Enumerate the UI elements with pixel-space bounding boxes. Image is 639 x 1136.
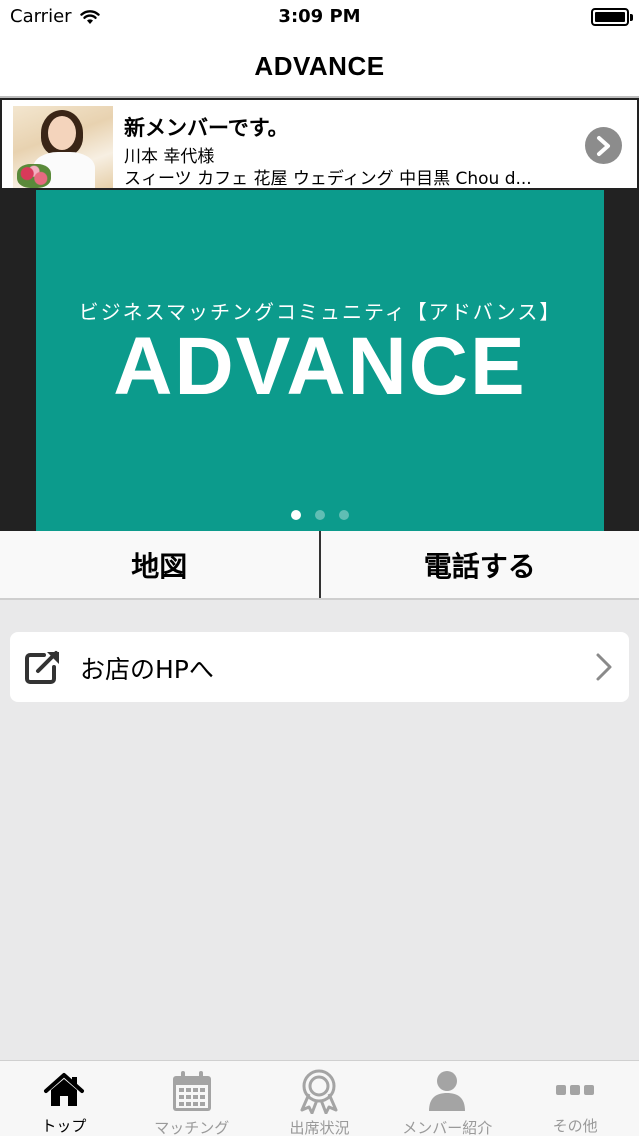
status-time: 3:09 PM (278, 6, 361, 27)
hero-slide: ビジネスマッチングコミュニティ【アドバンス】 ADVANCE (36, 190, 604, 531)
external-link-icon (25, 651, 59, 684)
action-buttons: 地図 電話する (0, 531, 639, 600)
battery-icon (591, 8, 633, 26)
battery-fill (595, 12, 625, 22)
call-button[interactable]: 電話する (321, 531, 639, 598)
chevron-right-icon (596, 653, 612, 681)
status-bar: Carrier 3:09 PM (0, 0, 639, 36)
banner-tags: スィーツ カフェ 花屋 ウェディング 中目黒 Chou d... (124, 169, 532, 189)
page-dot[interactable] (290, 510, 301, 520)
photo-face (48, 116, 76, 150)
tab-other[interactable]: その他 (511, 1061, 639, 1136)
map-button[interactable]: 地図 (0, 531, 321, 598)
tab-label: トップ (41, 1117, 87, 1135)
more-dots-icon (552, 1069, 598, 1111)
tab-label: 出席状況 (289, 1119, 350, 1136)
tab-attendance[interactable]: 出席状況 (256, 1061, 384, 1136)
tab-bar: トップ マッチング 出席状況 メンバー紹介 その他 (0, 1060, 639, 1136)
hero-carousel[interactable]: ビジネスマッチングコミュニティ【アドバンス】 ADVANCE (0, 190, 639, 531)
page-dot[interactable] (314, 510, 325, 520)
calendar-icon (169, 1069, 215, 1113)
page-title: ADVANCE (254, 50, 385, 81)
navigation-bar: ADVANCE (0, 36, 639, 98)
tab-top[interactable]: トップ (0, 1061, 128, 1136)
hero-brand-text: ADVANCE (113, 321, 527, 412)
person-icon (424, 1069, 470, 1113)
tab-label: マッチング (154, 1119, 230, 1136)
tab-label: メンバー紹介 (402, 1119, 493, 1136)
page-dot[interactable] (338, 510, 349, 520)
tab-matching[interactable]: マッチング (128, 1061, 256, 1136)
home-icon (41, 1069, 87, 1111)
shop-homepage-link[interactable]: お店のHPへ (10, 632, 629, 702)
chevron-right-glyph (596, 135, 610, 156)
tab-label: その他 (552, 1117, 598, 1135)
new-member-banner[interactable]: 新メンバーです。 川本 幸代様 スィーツ カフェ 花屋 ウェディング 中目黒 C… (0, 98, 639, 190)
shop-homepage-label: お店のHPへ (80, 655, 214, 684)
chevron-right-circle-icon[interactable] (585, 127, 622, 164)
page-indicator[interactable] (0, 510, 639, 520)
award-ribbon-icon (296, 1069, 342, 1114)
banner-title: 新メンバーです。 (124, 116, 289, 140)
tab-members[interactable]: メンバー紹介 (383, 1061, 511, 1136)
member-photo (13, 106, 113, 188)
photo-flowers (17, 164, 51, 188)
